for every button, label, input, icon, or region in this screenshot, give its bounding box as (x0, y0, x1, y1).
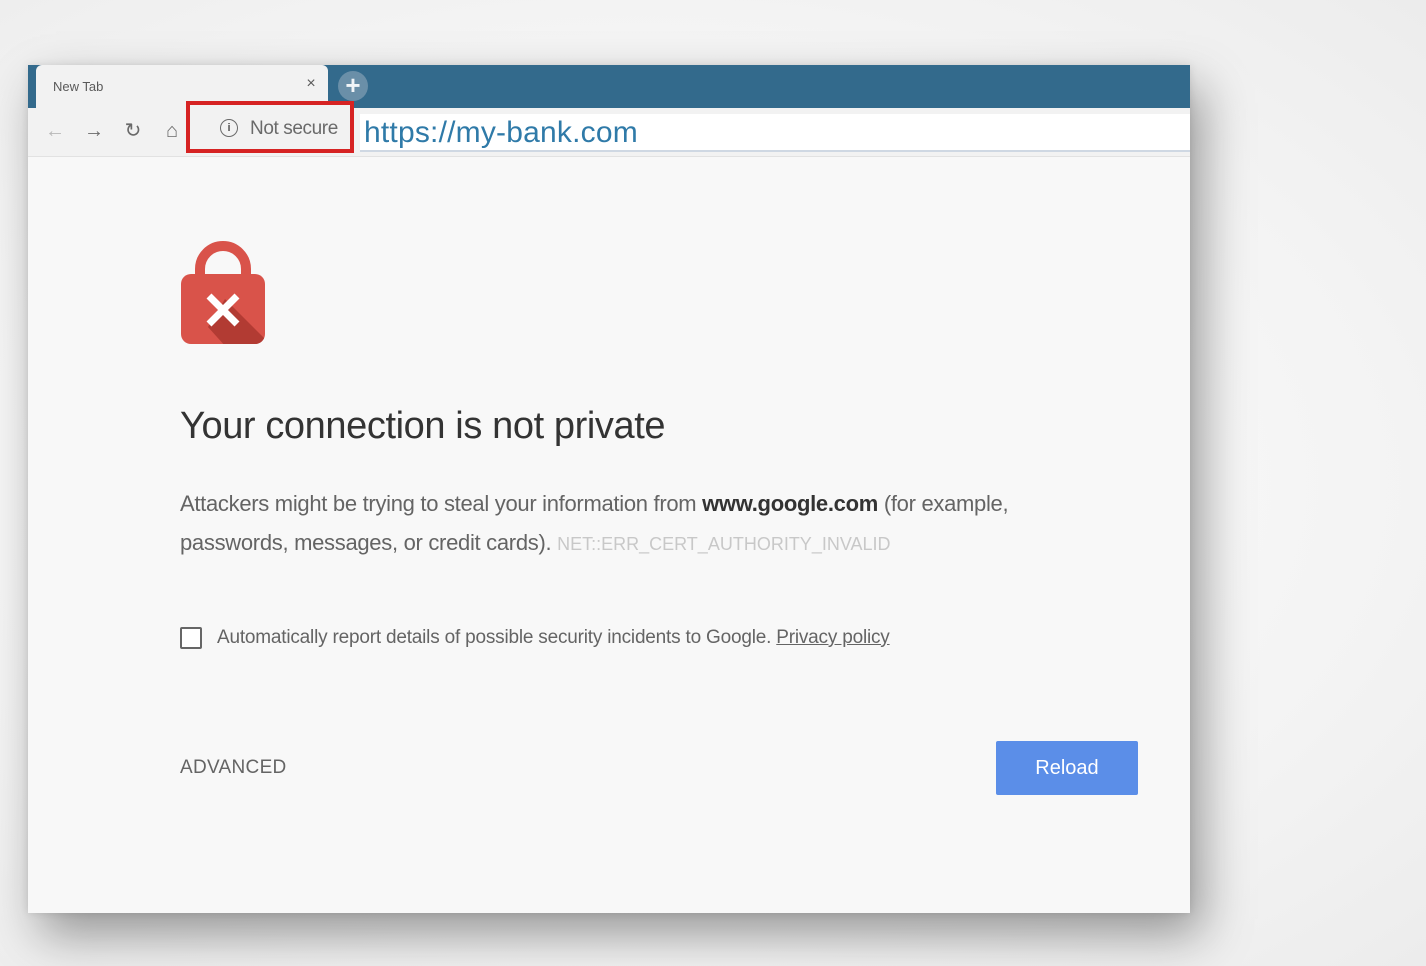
url-text[interactable]: https://my-bank.com (364, 116, 638, 150)
security-indicator[interactable]: i Not secure (186, 101, 354, 153)
browser-window: New Tab × + ← → ↻ ⌂ https://my-bank.com … (28, 65, 1190, 913)
info-icon: i (220, 119, 238, 137)
report-text: Automatically report details of possible… (217, 627, 777, 648)
message-domain: www.google.com (702, 491, 879, 516)
broken-lock-icon (181, 241, 265, 344)
not-secure-label: Not secure (250, 118, 338, 139)
error-code[interactable]: NET::ERR_CERT_AUTHORITY_INVALID (557, 534, 890, 554)
back-arrow-icon[interactable]: ← (42, 118, 68, 144)
report-checkbox[interactable] (180, 627, 202, 649)
home-icon[interactable]: ⌂ (159, 118, 185, 144)
new-tab-button[interactable]: + (338, 71, 368, 101)
tab-close-icon[interactable]: × (302, 75, 320, 93)
page-title: Your connection is not private (180, 405, 666, 447)
reload-icon[interactable]: ↻ (120, 118, 146, 144)
address-bar[interactable]: https://my-bank.com (360, 114, 1190, 152)
report-label: Automatically report details of possible… (217, 627, 890, 649)
privacy-policy-link[interactable]: Privacy policy (776, 627, 890, 648)
forward-arrow-icon[interactable]: → (81, 118, 107, 144)
error-message: Attackers might be trying to steal your … (180, 484, 1080, 564)
advanced-button[interactable]: ADVANCED (180, 757, 287, 779)
message-text: Attackers might be trying to steal your … (180, 491, 703, 516)
tab-title: New Tab (53, 79, 104, 94)
reload-button[interactable]: Reload (996, 741, 1138, 795)
